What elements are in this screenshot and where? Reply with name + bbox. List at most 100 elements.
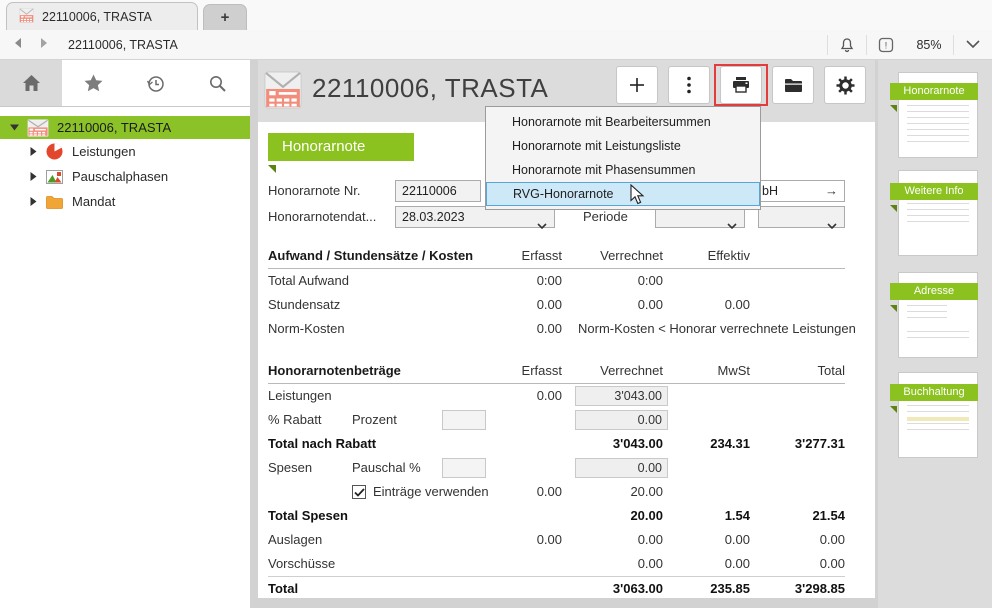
tab-home[interactable] bbox=[0, 60, 62, 106]
tree-root-item[interactable]: 22110006, TRASTA bbox=[0, 116, 250, 139]
menu-item-leistungsliste[interactable]: Honorarnote mit Leistungsliste bbox=[486, 134, 760, 158]
search-icon bbox=[208, 74, 227, 93]
documents-button[interactable] bbox=[772, 66, 814, 104]
cell-verrechnet: 0.00 bbox=[638, 293, 663, 317]
star-icon bbox=[84, 74, 102, 91]
checkmark-icon bbox=[354, 488, 365, 497]
card-ribbon-weitere-info[interactable]: Weitere Info bbox=[890, 183, 978, 200]
recipient-value-fragment: bH bbox=[762, 181, 778, 201]
cell-verrechnet: 3'043.00 bbox=[613, 432, 663, 456]
kebab-menu-icon bbox=[687, 76, 691, 94]
card-ribbon-honorarnote[interactable]: Honorarnote bbox=[890, 83, 978, 100]
tab-search[interactable] bbox=[186, 60, 248, 106]
invoice-file-icon bbox=[27, 119, 49, 137]
expander-closed-icon bbox=[30, 172, 37, 181]
card-ribbon-adresse[interactable]: Adresse bbox=[890, 283, 978, 300]
card-ribbon-buchhaltung[interactable]: Buchhaltung bbox=[890, 384, 978, 401]
row-label: % Rabatt bbox=[268, 408, 321, 432]
more-actions-button[interactable] bbox=[668, 66, 710, 104]
goto-arrow-icon[interactable]: → bbox=[825, 181, 838, 201]
navigation-tree: 22110006, TRASTA Leistungen Pauschalphas… bbox=[0, 116, 250, 214]
zoom-level[interactable]: 85% bbox=[905, 38, 953, 52]
row-label: Spesen bbox=[268, 456, 312, 480]
chevron-down-icon bbox=[827, 215, 837, 235]
table-row: Total Aufwand 0:00 0:00 bbox=[258, 269, 875, 293]
tree-item-mandat[interactable]: Mandat bbox=[0, 189, 250, 214]
checkbox-label: Einträge verwenden bbox=[373, 480, 489, 504]
cell-mwst: 234.31 bbox=[710, 432, 750, 456]
cell-verrechnet: 0.00 bbox=[638, 552, 663, 576]
cell-erfasst: 0:00 bbox=[537, 269, 562, 293]
menu-item-rvg-honorarnote[interactable]: RVG-Honorarnote bbox=[486, 182, 760, 206]
chevron-down-icon bbox=[727, 215, 737, 235]
cell-mwst: 0.00 bbox=[725, 552, 750, 576]
page-title: 22110006, TRASTA bbox=[312, 73, 548, 104]
settings-button[interactable] bbox=[824, 66, 866, 104]
cell-total: 0.00 bbox=[820, 528, 845, 552]
cell-erfasst: 0.00 bbox=[537, 528, 562, 552]
cell-total: 0.00 bbox=[820, 552, 845, 576]
row-label: Total nach Rabatt bbox=[268, 432, 376, 456]
cell-verrechnet: 20.00 bbox=[630, 480, 663, 504]
cell-total: 21.54 bbox=[812, 504, 845, 528]
svg-text:!: ! bbox=[885, 40, 888, 50]
rabatt-prozent-input[interactable] bbox=[442, 410, 486, 430]
cell-erfasst: 0.00 bbox=[537, 317, 562, 341]
spesen-amount-field[interactable]: 0.00 bbox=[575, 458, 668, 478]
eintraege-checkbox[interactable] bbox=[352, 485, 366, 499]
nr-label: Honorarnote Nr. bbox=[268, 180, 361, 202]
col-verrechnet: Verrechnet bbox=[600, 244, 663, 268]
row-label: Vorschüsse bbox=[268, 552, 335, 576]
tab-history[interactable] bbox=[124, 60, 186, 106]
menu-item-phasensummen[interactable]: Honorarnote mit Phasensummen bbox=[486, 158, 760, 182]
cell-mwst: 0.00 bbox=[725, 528, 750, 552]
notifications-bell-icon[interactable] bbox=[828, 37, 866, 53]
table-row: Norm-Kosten 0.00 Norm-Kosten < Honorar v… bbox=[258, 317, 875, 341]
thumbnail-lines bbox=[907, 331, 969, 341]
new-tab-button[interactable]: + bbox=[203, 4, 247, 30]
folder-icon bbox=[46, 195, 63, 209]
mouse-cursor bbox=[630, 184, 645, 208]
row-spesen: Spesen Pauschal % 0.00 bbox=[258, 456, 875, 480]
ribbon-fold bbox=[890, 200, 897, 215]
tree-item-leistungen[interactable]: Leistungen bbox=[0, 139, 250, 164]
row-label: Leistungen bbox=[268, 384, 332, 408]
chevron-down-icon[interactable] bbox=[954, 40, 992, 49]
tab-favorites[interactable] bbox=[62, 60, 124, 106]
rabatt-amount-field[interactable]: 0.00 bbox=[575, 410, 668, 430]
menu-item-bearbeitersummen[interactable]: Honorarnote mit Bearbeitersummen bbox=[486, 110, 760, 134]
print-dropdown-menu: Honorarnote mit Bearbeitersummen Honorar… bbox=[485, 106, 761, 210]
left-sidebar: 22110006, TRASTA Leistungen Pauschalphas… bbox=[0, 60, 250, 608]
row-total: Total 3'063.00 235.85 3'298.85 bbox=[258, 577, 875, 601]
col-effektiv: Effektiv bbox=[708, 244, 750, 268]
expander-closed-icon bbox=[30, 147, 37, 156]
breadcrumb: 22110006, TRASTA bbox=[68, 38, 178, 52]
spesen-pauschal-input[interactable] bbox=[442, 458, 486, 478]
cell-erfasst: 0.00 bbox=[537, 480, 562, 504]
cell-verrechnet: 0:00 bbox=[638, 269, 663, 293]
tree-item-label: Leistungen bbox=[72, 144, 136, 159]
section-title: Aufwand / Stundensätze / Kosten bbox=[268, 244, 473, 268]
folder-dark-icon bbox=[784, 77, 803, 93]
norm-kosten-note: Norm-Kosten < Honorar verrechnete Leistu… bbox=[578, 317, 856, 341]
date-label: Honorarnotendat... bbox=[268, 206, 376, 228]
row-sublabel: Pauschal % bbox=[352, 456, 421, 480]
tree-root-label: 22110006, TRASTA bbox=[57, 120, 171, 135]
plus-icon bbox=[628, 76, 646, 94]
image-icon bbox=[46, 170, 63, 184]
nr-input[interactable]: 22110006 bbox=[395, 180, 481, 202]
period-select-2[interactable] bbox=[758, 206, 845, 228]
back-button[interactable] bbox=[12, 37, 24, 52]
info-icon[interactable]: ! bbox=[867, 37, 905, 53]
ribbon-fold bbox=[890, 401, 897, 416]
cell-total: 3'298.85 bbox=[795, 577, 845, 601]
thumbnail-lines bbox=[907, 203, 969, 227]
row-total-nach-rabatt: Total nach Rabatt 3'043.00 234.31 3'277.… bbox=[258, 432, 875, 456]
add-button[interactable] bbox=[616, 66, 658, 104]
col-erfasst: Erfasst bbox=[522, 244, 562, 268]
expander-closed-icon bbox=[30, 197, 37, 206]
tab-active[interactable]: 22110006, TRASTA bbox=[6, 2, 198, 30]
forward-button[interactable] bbox=[38, 37, 50, 52]
tree-item-pauschalphasen[interactable]: Pauschalphasen bbox=[0, 164, 250, 189]
leistungen-amount-field[interactable]: 3'043.00 bbox=[575, 386, 668, 406]
